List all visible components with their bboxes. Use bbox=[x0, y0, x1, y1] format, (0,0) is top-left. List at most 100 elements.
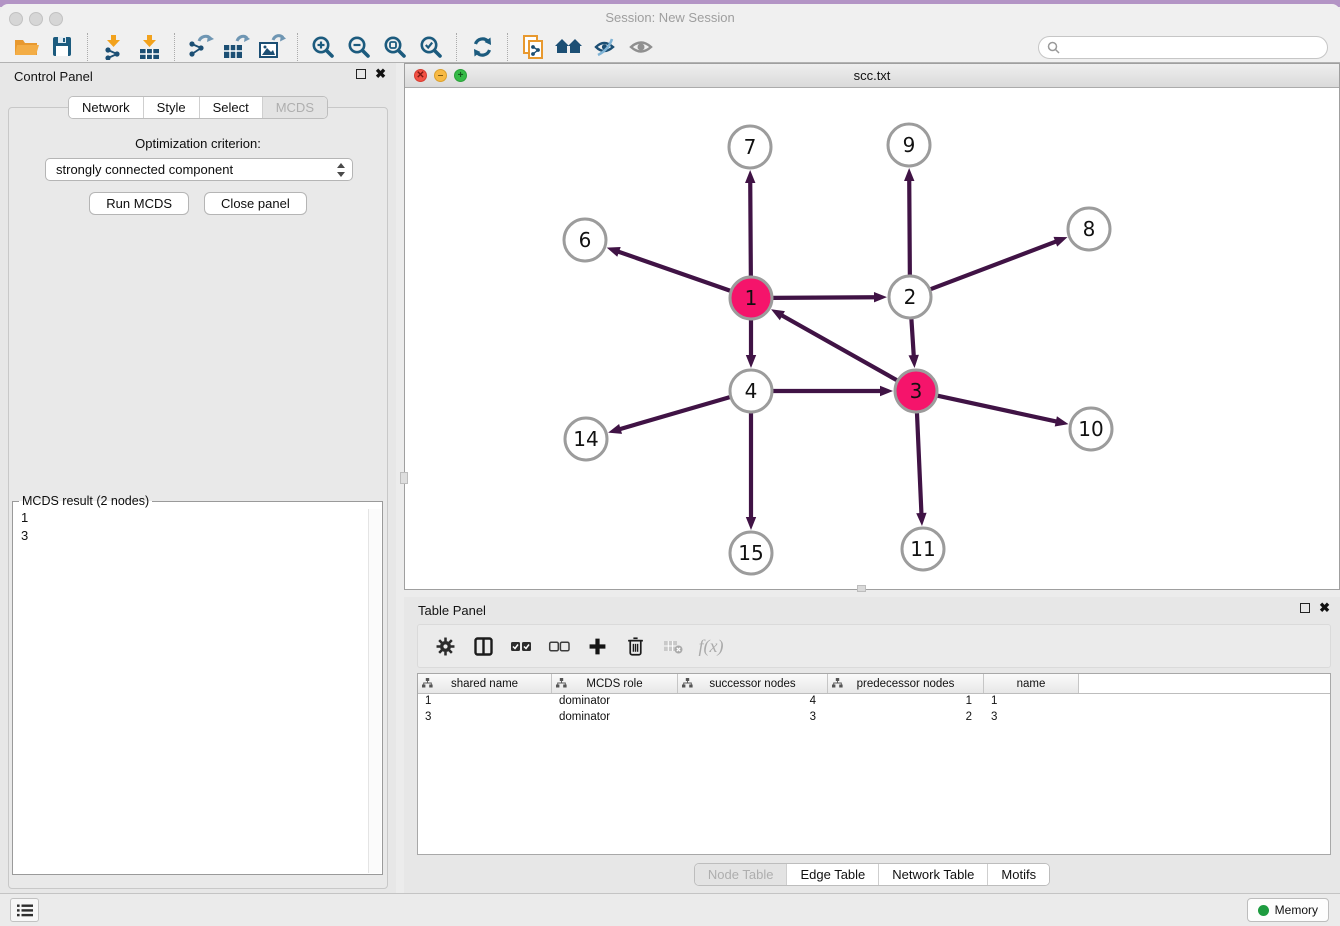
graph-edge-3-10[interactable] bbox=[937, 396, 1068, 427]
graph-node-7[interactable]: 7 bbox=[729, 126, 771, 168]
table-row[interactable]: 1dominator411 bbox=[418, 694, 1330, 710]
tab-node-table[interactable]: Node Table bbox=[695, 864, 787, 885]
delete-rows-button[interactable] bbox=[620, 631, 650, 661]
column-header-successor-nodes[interactable]: successor nodes bbox=[678, 674, 828, 693]
table-cell: 1 bbox=[418, 694, 552, 710]
result-scrollbar[interactable] bbox=[368, 509, 381, 873]
fx-icon: f(x) bbox=[699, 636, 724, 657]
graphics-details-button[interactable] bbox=[587, 31, 623, 63]
graph-edge-1-7[interactable] bbox=[745, 170, 755, 276]
eye-icon bbox=[628, 37, 654, 57]
graph-node-15[interactable]: 15 bbox=[730, 532, 772, 574]
graph-node-8[interactable]: 8 bbox=[1068, 208, 1110, 250]
mcds-result-group: MCDS result (2 nodes) 13 bbox=[12, 494, 383, 875]
close-panel-icon[interactable]: ✖ bbox=[375, 69, 386, 79]
open-session-button[interactable] bbox=[8, 31, 44, 63]
close-panel-icon[interactable]: ✖ bbox=[1319, 603, 1330, 613]
tab-select[interactable]: Select bbox=[199, 97, 262, 118]
optimization-criterion-select[interactable]: strongly connected component bbox=[45, 158, 353, 181]
export-table-button[interactable] bbox=[218, 31, 254, 63]
tab-edge-table[interactable]: Edge Table bbox=[786, 864, 878, 885]
home-networks-button[interactable] bbox=[551, 31, 587, 63]
graph-node-9[interactable]: 9 bbox=[888, 124, 930, 166]
task-history-button[interactable] bbox=[10, 898, 39, 922]
column-header-shared-name[interactable]: shared name bbox=[418, 674, 552, 693]
apply-function-button[interactable]: f(x) bbox=[696, 631, 726, 661]
float-panel-icon[interactable] bbox=[356, 69, 366, 79]
birds-eye-view-button[interactable] bbox=[623, 31, 659, 63]
duplicate-network-button[interactable] bbox=[515, 31, 551, 63]
zoom-out-icon bbox=[347, 35, 371, 59]
column-header-name[interactable]: name bbox=[984, 674, 1079, 693]
graph-node-3[interactable]: 3 bbox=[895, 370, 937, 412]
deselect-all-rows-button[interactable] bbox=[544, 631, 574, 661]
mcds-result-line: 3 bbox=[21, 527, 374, 545]
save-session-button[interactable] bbox=[44, 31, 80, 63]
graph-edge-4-15[interactable] bbox=[746, 413, 756, 530]
optimization-criterion-label: Optimization criterion: bbox=[9, 136, 387, 151]
memory-status-icon bbox=[1258, 905, 1269, 916]
export-network-button[interactable] bbox=[182, 31, 218, 63]
graph-node-1[interactable]: 1 bbox=[730, 277, 772, 319]
graph-node-6[interactable]: 6 bbox=[564, 219, 606, 261]
tab-network[interactable]: Network bbox=[69, 97, 143, 118]
float-panel-icon[interactable] bbox=[1300, 603, 1310, 613]
network-view-window: ✕ – + scc.txt 7968124314101511 bbox=[404, 63, 1340, 590]
graph-edge-4-14[interactable] bbox=[608, 397, 730, 434]
run-mcds-button[interactable]: Run MCDS bbox=[89, 192, 189, 215]
splitter-grip[interactable] bbox=[857, 585, 866, 592]
graph-node-11[interactable]: 11 bbox=[902, 528, 944, 570]
table-cell: dominator bbox=[552, 694, 678, 710]
column-header-predecessor-nodes[interactable]: predecessor nodes bbox=[828, 674, 984, 693]
graph-node-2[interactable]: 2 bbox=[889, 276, 931, 318]
graph-edge-4-3[interactable] bbox=[773, 386, 893, 396]
zoom-out-button[interactable] bbox=[341, 31, 377, 63]
splitter-grip[interactable] bbox=[400, 472, 408, 484]
zoom-in-button[interactable] bbox=[305, 31, 341, 63]
zoom-fit-button[interactable] bbox=[377, 31, 413, 63]
memory-button[interactable]: Memory bbox=[1247, 898, 1329, 922]
graph-edge-3-1[interactable] bbox=[771, 309, 897, 380]
node-label: 8 bbox=[1083, 217, 1096, 241]
graph-edge-2-8[interactable] bbox=[931, 237, 1068, 289]
apply-layout-button[interactable] bbox=[464, 31, 500, 63]
tab-motifs[interactable]: Motifs bbox=[987, 864, 1049, 885]
plus-icon bbox=[588, 637, 607, 656]
graph-node-14[interactable]: 14 bbox=[565, 418, 607, 460]
tree-icon bbox=[556, 678, 567, 688]
tab-style[interactable]: Style bbox=[143, 97, 199, 118]
node-label: 11 bbox=[910, 537, 935, 561]
select-all-rows-button[interactable] bbox=[506, 631, 536, 661]
table-row[interactable]: 3dominator323 bbox=[418, 710, 1330, 726]
table-options-button[interactable] bbox=[430, 631, 460, 661]
tab-mcds[interactable]: MCDS bbox=[262, 97, 327, 118]
column-header-MCDS-role[interactable]: MCDS role bbox=[552, 674, 678, 693]
graph-edge-3-11[interactable] bbox=[916, 413, 926, 526]
table-cell: 3 bbox=[984, 710, 1079, 726]
tree-icon bbox=[832, 678, 843, 688]
zoom-selected-button[interactable] bbox=[413, 31, 449, 63]
graph-node-4[interactable]: 4 bbox=[730, 370, 772, 412]
graph-node-10[interactable]: 10 bbox=[1070, 408, 1112, 450]
table-toolbar: f(x) bbox=[417, 624, 1331, 668]
tab-network-table[interactable]: Network Table bbox=[878, 864, 987, 885]
node-label: 9 bbox=[903, 133, 916, 157]
import-table-button[interactable] bbox=[131, 31, 167, 63]
import-network-button[interactable] bbox=[95, 31, 131, 63]
show-column-panel-button[interactable] bbox=[468, 631, 498, 661]
search-field[interactable] bbox=[1038, 36, 1328, 59]
delete-table-button[interactable] bbox=[658, 631, 688, 661]
search-input[interactable] bbox=[1064, 40, 1327, 54]
table-panel: Table Panel ✖ bbox=[404, 597, 1340, 893]
export-image-button[interactable] bbox=[254, 31, 290, 63]
graph-edge-1-2[interactable] bbox=[773, 292, 887, 302]
criterion-value: strongly connected component bbox=[56, 162, 336, 177]
search-icon bbox=[1047, 41, 1060, 54]
graph-edge-2-9[interactable] bbox=[904, 168, 914, 275]
add-row-button[interactable] bbox=[582, 631, 612, 661]
graph-edge-1-6[interactable] bbox=[607, 247, 731, 291]
graph-edge-1-4[interactable] bbox=[746, 320, 756, 368]
close-panel-button[interactable]: Close panel bbox=[204, 192, 307, 215]
graph-edge-2-3[interactable] bbox=[909, 319, 919, 368]
network-canvas[interactable]: 7 9 6 8 1 2 4 3 14 10 15 11 bbox=[405, 89, 1339, 589]
